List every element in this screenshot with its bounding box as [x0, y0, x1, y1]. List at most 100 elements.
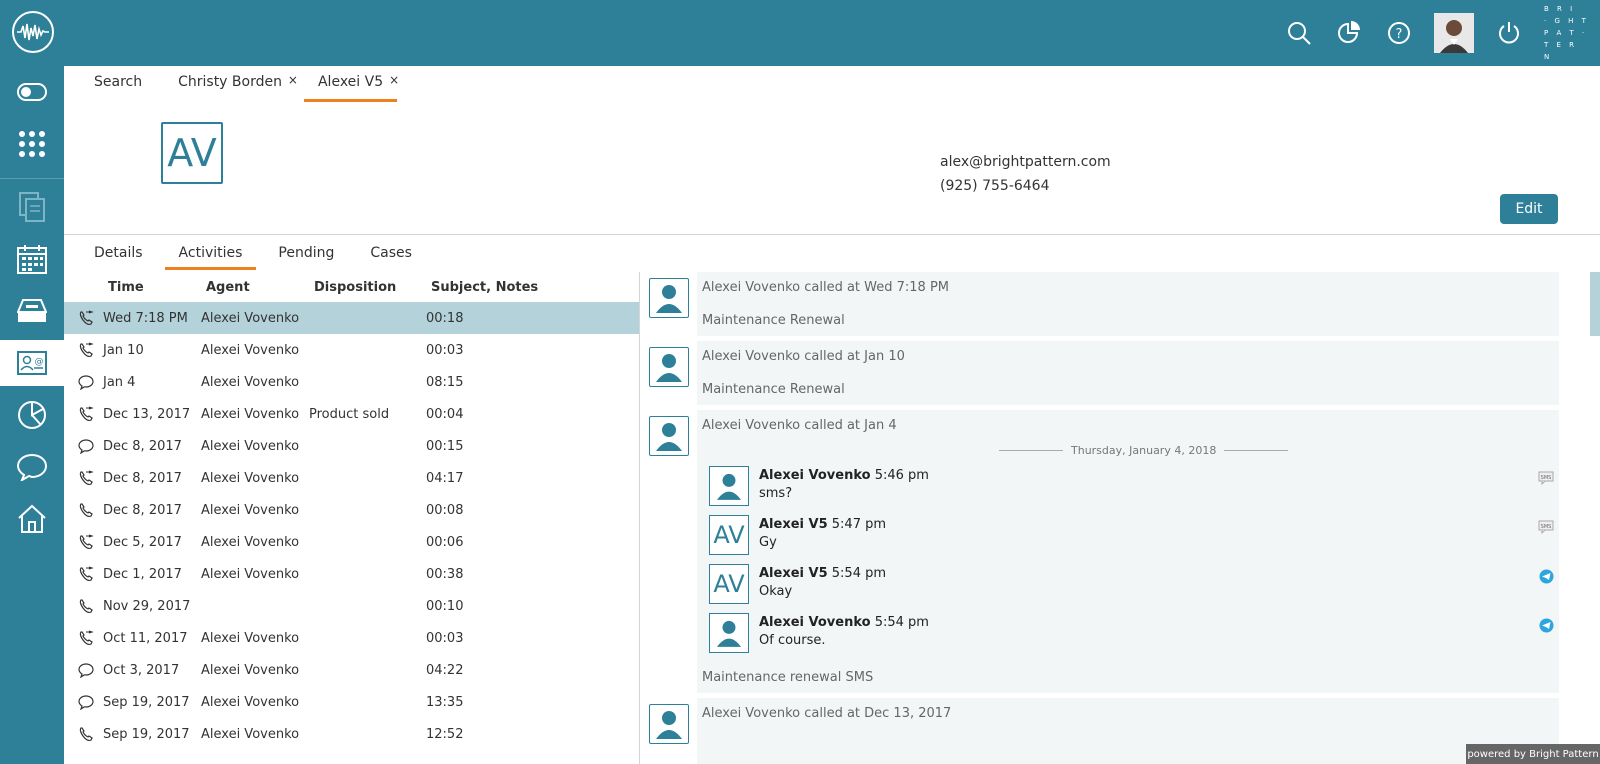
- column-header-disposition[interactable]: Disposition: [314, 280, 396, 295]
- row-time: Jan 10: [103, 343, 144, 358]
- chat-message: AV Alexei V5 5:54 pm Okay: [709, 564, 1554, 608]
- row-time: Dec 8, 2017: [103, 503, 182, 518]
- table-row[interactable]: Wed 7:18 PM Alexei Vovenko 00:18: [64, 302, 639, 334]
- table-row[interactable]: Dec 5, 2017 Alexei Vovenko 00:06: [64, 526, 639, 558]
- search-icon[interactable]: [1284, 18, 1314, 48]
- row-agent: Alexei Vovenko: [201, 343, 300, 358]
- person-icon: [649, 278, 689, 318]
- row-agent: Alexei Vovenko: [201, 503, 300, 518]
- table-row[interactable]: Dec 8, 2017 Alexei Vovenko 00:15: [64, 430, 639, 462]
- chat-icon: [78, 438, 94, 455]
- divider: [64, 234, 1600, 235]
- edit-button[interactable]: Edit: [1500, 194, 1558, 224]
- row-disposition: Product sold: [309, 407, 390, 422]
- column-header-agent[interactable]: Agent: [206, 280, 250, 295]
- table-row[interactable]: Dec 8, 2017 Alexei Vovenko 04:17: [64, 462, 639, 494]
- row-subject: 00:03: [426, 631, 464, 646]
- table-row[interactable]: Sep 19, 2017 Alexei Vovenko 13:35: [64, 686, 639, 718]
- row-subject: 04:22: [426, 663, 464, 678]
- chat-icon: [78, 694, 94, 711]
- row-agent: Alexei Vovenko: [201, 311, 300, 326]
- realtime-stats-icon[interactable]: [1334, 18, 1364, 48]
- scrollbar[interactable]: [1590, 272, 1600, 336]
- table-row[interactable]: Nov 29, 2017 00:10: [64, 590, 639, 622]
- table-row[interactable]: Dec 8, 2017 Alexei Vovenko 00:08: [64, 494, 639, 526]
- chat-bubble-icon[interactable]: [0, 444, 64, 490]
- row-time: Dec 8, 2017: [103, 471, 182, 486]
- row-time: Dec 1, 2017: [103, 567, 182, 582]
- activity-item-chat[interactable]: Alexei Vovenko called at Jan 4 Thursday,…: [697, 410, 1559, 693]
- calendar-icon[interactable]: [0, 236, 64, 282]
- help-icon[interactable]: ?: [1384, 18, 1414, 48]
- table-row[interactable]: Sep 19, 2017 Alexei Vovenko 12:52: [64, 718, 639, 750]
- column-header-time[interactable]: Time: [108, 280, 144, 295]
- user-avatar[interactable]: [1434, 13, 1474, 53]
- tab-pending[interactable]: Pending: [264, 240, 348, 270]
- call-icon: [78, 566, 94, 582]
- row-time: Jan 4: [103, 375, 136, 390]
- svg-text:SMS: SMS: [1541, 475, 1552, 481]
- row-time: Sep 19, 2017: [103, 695, 190, 710]
- contact-avatar: AV: [709, 515, 749, 555]
- tab-christy-borden[interactable]: Christy Borden ×: [164, 64, 298, 102]
- activity-detail-pane: Alexei Vovenko called at Wed 7:18 PM Mai…: [641, 272, 1600, 764]
- toggle-icon[interactable]: [0, 69, 64, 115]
- person-icon: [709, 613, 749, 653]
- table-row[interactable]: Oct 3, 2017 Alexei Vovenko 04:22: [64, 654, 639, 686]
- power-icon[interactable]: [1494, 18, 1524, 48]
- table-row[interactable]: Jan 10 Alexei Vovenko 00:03: [64, 334, 639, 366]
- documents-icon[interactable]: [0, 184, 64, 230]
- row-time: Oct 3, 2017: [103, 663, 180, 678]
- chat-icon: [78, 374, 94, 391]
- person-icon: [649, 704, 689, 744]
- inbox-icon[interactable]: [0, 288, 64, 334]
- call-icon: [78, 406, 94, 422]
- table-row[interactable]: Oct 11, 2017 Alexei Vovenko 00:03: [64, 622, 639, 654]
- table-row[interactable]: Jan 4 Alexei Vovenko 08:15: [64, 366, 639, 398]
- row-agent: Alexei Vovenko: [201, 567, 300, 582]
- activity-item[interactable]: Alexei Vovenko called at Wed 7:18 PM Mai…: [697, 272, 1559, 336]
- tab-activities[interactable]: Activities: [164, 240, 257, 270]
- column-header-subject[interactable]: Subject, Notes: [431, 280, 538, 295]
- table-row[interactable]: Dec 13, 2017 Alexei Vovenko Product sold 00…: [64, 398, 639, 430]
- row-agent: Alexei Vovenko: [201, 727, 300, 742]
- dialpad-icon[interactable]: [0, 121, 64, 167]
- contact-phone[interactable]: (925) 755-6464: [940, 178, 1050, 194]
- table-row[interactable]: Dec 1, 2017 Alexei Vovenko 00:38: [64, 558, 639, 590]
- call-icon: [78, 342, 94, 358]
- row-time: Wed 7:18 PM: [103, 311, 188, 326]
- tab-bar: Search Christy Borden × Alexei V5 ×: [80, 66, 405, 102]
- main-area: Search Christy Borden × Alexei V5 × AV ale…: [64, 66, 1600, 764]
- app-logo-icon[interactable]: [12, 11, 54, 53]
- reports-icon[interactable]: [0, 392, 64, 438]
- person-icon: [649, 416, 689, 456]
- contact-avatar: AV: [161, 122, 223, 184]
- tab-search[interactable]: Search: [80, 66, 156, 102]
- contacts-icon[interactable]: @: [0, 340, 64, 386]
- close-icon[interactable]: ×: [389, 64, 399, 96]
- tab-alexei-v5[interactable]: Alexei V5 ×: [303, 64, 399, 102]
- chat-message: AV Alexei V5 5:47 pm Gy SMS: [709, 515, 1554, 559]
- activity-subject: Maintenance Renewal: [702, 382, 845, 397]
- activity-subject: Maintenance renewal SMS: [702, 670, 874, 685]
- contact-email[interactable]: alex@brightpattern.com: [940, 154, 1111, 170]
- home-icon[interactable]: [0, 496, 64, 542]
- row-agent: Alexei Vovenko: [201, 631, 300, 646]
- activity-item[interactable]: Alexei Vovenko called at Dec 13, 2017: [697, 698, 1559, 764]
- telegram-icon: [1538, 617, 1554, 633]
- telegram-icon: [1538, 568, 1554, 584]
- list-header: Time Agent Disposition Subject, Notes: [64, 272, 639, 302]
- row-subject: 00:15: [426, 439, 464, 454]
- powered-by-footer: powered by Bright Pattern: [1466, 744, 1600, 764]
- row-agent: Alexei Vovenko: [201, 663, 300, 678]
- tab-details[interactable]: Details: [80, 240, 157, 270]
- contact-avatar: AV: [709, 564, 749, 604]
- sidebar: @: [0, 66, 64, 764]
- tab-cases[interactable]: Cases: [356, 240, 426, 270]
- svg-text:?: ?: [1396, 27, 1403, 42]
- sms-icon: SMS: [1538, 519, 1554, 535]
- close-icon[interactable]: ×: [288, 64, 298, 96]
- row-subject: 13:35: [426, 695, 464, 710]
- call-icon: [78, 534, 94, 550]
- activity-item[interactable]: Alexei Vovenko called at Jan 10 Maintena…: [697, 341, 1559, 405]
